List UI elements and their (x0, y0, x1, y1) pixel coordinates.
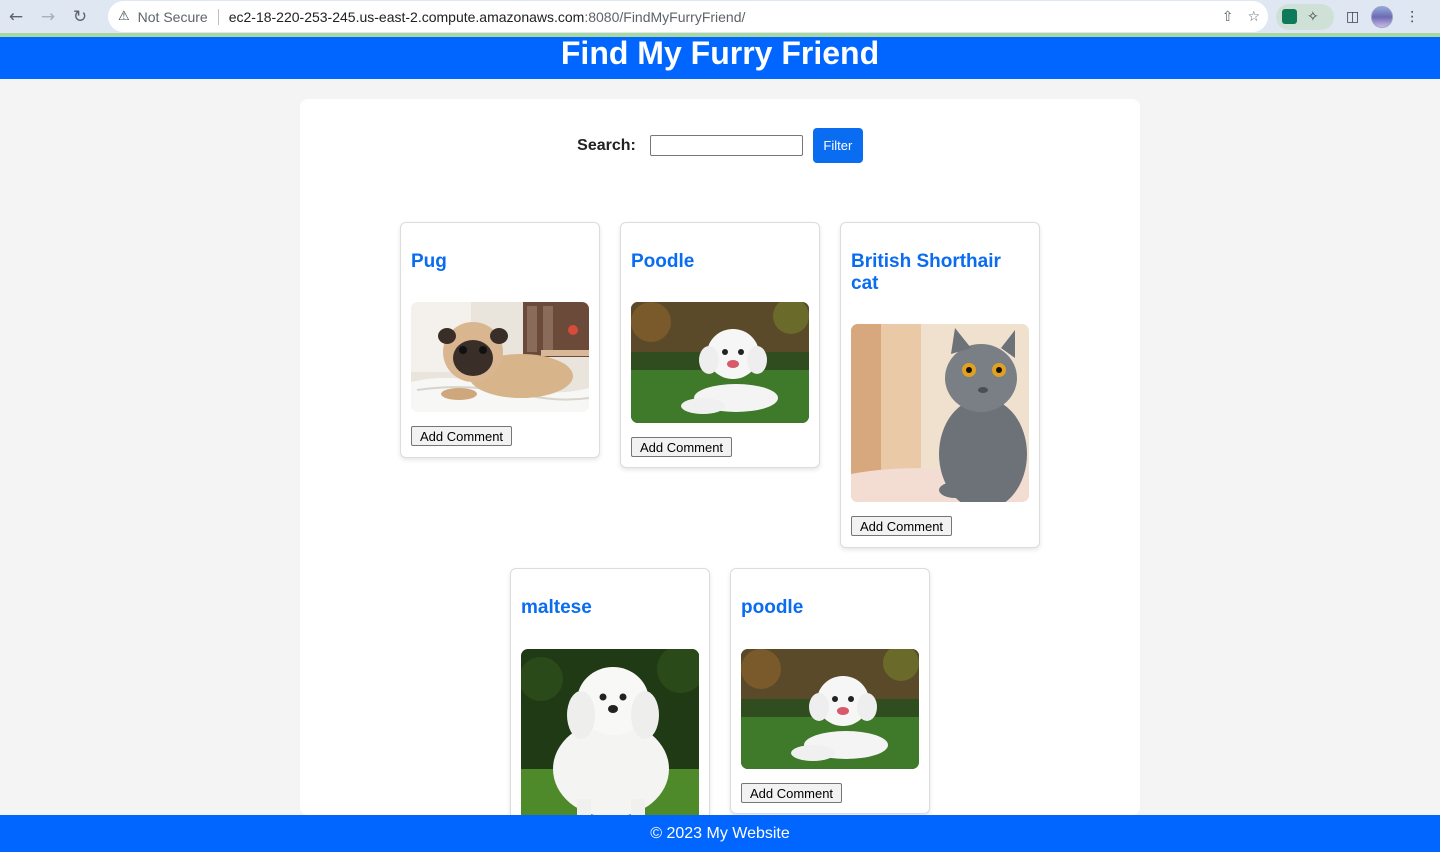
pet-name: Pug (411, 251, 447, 272)
add-comment-button[interactable]: Add Comment (411, 426, 512, 446)
bookmark-star-icon[interactable]: ☆ (1247, 9, 1260, 25)
pet-name: maltese (521, 597, 592, 618)
pug-photo (411, 302, 589, 412)
add-comment-button[interactable]: Add Comment (851, 516, 952, 536)
reload-icon[interactable]: ↻ (64, 0, 96, 33)
filter-button[interactable]: Filter (812, 128, 863, 163)
poodle-photo (741, 649, 919, 769)
pet-card: British Shorthair cat Add Comment (840, 222, 1040, 548)
address-divider (217, 8, 219, 25)
british-shorthair-photo (851, 324, 1029, 502)
browser-toolbar: ← → ↻ ⚠ Not Secure ec2-18-220-253-245.us… (0, 0, 1440, 33)
site-header: Find My Furry Friend (0, 33, 1440, 79)
pet-card: Poodle Add Comment (620, 222, 820, 468)
main-panel: Search: Filter Pug Add Comment Poodle Ad… (300, 99, 1140, 815)
pet-name: Poodle (631, 251, 695, 272)
url-path: :8080/FindMyFurryFriend/ (584, 8, 746, 25)
forward-arrow-icon[interactable]: → (32, 0, 64, 33)
search-bar: Search: Filter (300, 128, 1140, 163)
address-bar[interactable]: ⚠ Not Secure ec2-18-220-253-245.us-east-… (108, 1, 1268, 32)
pet-name: poodle (741, 597, 804, 618)
share-icon[interactable]: ⇧ (1222, 9, 1234, 25)
pet-card: poodle Add Comment (730, 568, 930, 814)
extension-icon[interactable] (1282, 9, 1297, 24)
page-title: Find My Furry Friend (560, 35, 880, 71)
search-label: Search: (577, 136, 636, 154)
pet-name: British Shorthair cat (851, 251, 1001, 294)
warning-icon: ⚠ (118, 9, 130, 24)
side-panel-icon[interactable]: ◫ (1346, 9, 1359, 25)
footer-text: © 2023 My Website (650, 825, 790, 842)
security-label: Not Secure (137, 8, 208, 25)
back-arrow-icon[interactable]: ← (0, 0, 32, 33)
maltese-photo (521, 649, 699, 815)
add-comment-button[interactable]: Add Comment (741, 783, 842, 803)
pet-card: maltese (510, 568, 710, 815)
profile-avatar[interactable] (1371, 5, 1394, 28)
kebab-menu-icon[interactable]: ⋮ (1405, 9, 1419, 25)
pet-card: Pug Add Comment (400, 222, 600, 458)
poodle-photo (631, 302, 809, 423)
extension-group[interactable]: ✧ (1276, 3, 1334, 30)
puzzle-icon[interactable]: ✧ (1307, 9, 1319, 25)
url-host: ec2-18-220-253-245.us-east-2.compute.ama… (228, 8, 585, 25)
add-comment-button[interactable]: Add Comment (631, 437, 732, 457)
search-input[interactable] (649, 135, 803, 156)
site-footer: © 2023 My Website (0, 815, 1440, 852)
